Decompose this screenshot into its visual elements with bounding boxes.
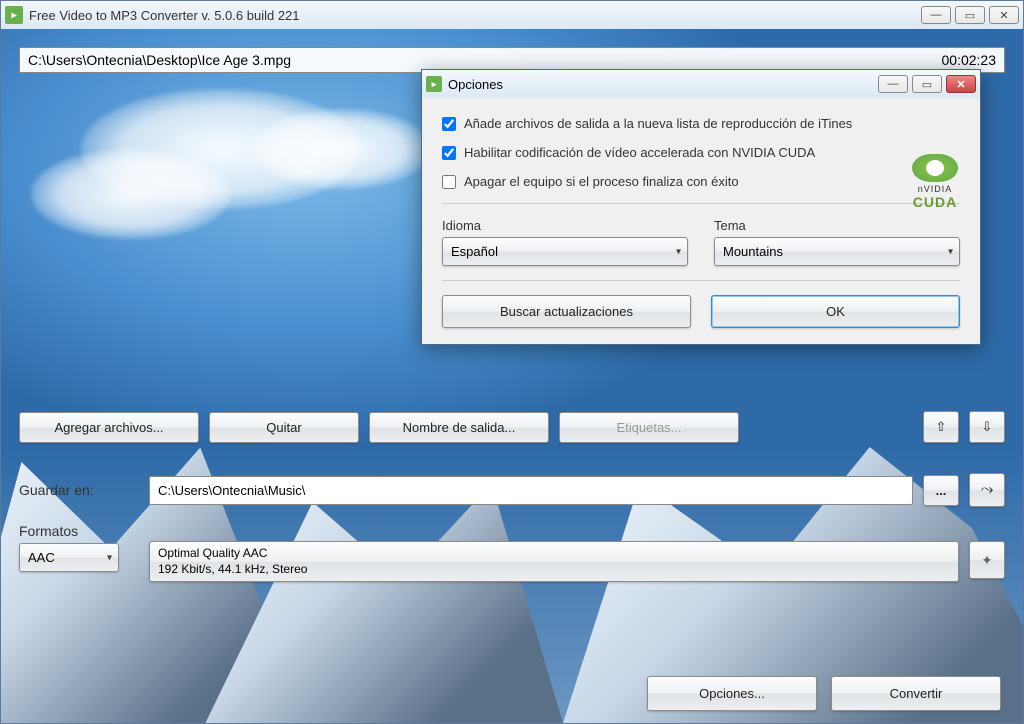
preset-settings-button[interactable]: [969, 541, 1005, 579]
titlebar: ▸ Free Video to MP3 Converter v. 5.0.6 b…: [1, 1, 1023, 29]
browse-button[interactable]: [923, 475, 959, 506]
nvidia-cuda-logo: nVIDIA CUDA: [912, 154, 958, 210]
formats-label: Formatos: [19, 523, 139, 539]
itunes-playlist-option: Añade archivos de salida a la nueva list…: [442, 116, 960, 131]
theme-label: Tema: [714, 218, 960, 233]
tags-button[interactable]: Etiquetas...: [559, 412, 739, 443]
nvidia-eye-icon: [912, 154, 958, 182]
window-controls: — ▭ ✕: [921, 6, 1019, 24]
dialog-titlebar: ▸ Opciones — ▭ ✕: [422, 70, 980, 98]
add-files-button[interactable]: Agregar archivos...: [19, 412, 199, 443]
options-dialog: ▸ Opciones — ▭ ✕ nVIDIA CUDA Añade archi…: [421, 69, 981, 345]
dialog-title: Opciones: [448, 77, 878, 92]
dialog-body: nVIDIA CUDA Añade archivos de salida a l…: [422, 98, 980, 344]
theme-select[interactable]: Mountains: [714, 237, 960, 266]
browse-icon: [936, 483, 947, 498]
action-button-row: Agregar archivos... Quitar Nombre de sal…: [19, 411, 1005, 443]
language-theme-row: Idioma Español Tema Mountains: [442, 218, 960, 266]
output-name-button[interactable]: Nombre de salida...: [369, 412, 549, 443]
save-label: Guardar en:: [19, 482, 139, 498]
shutdown-checkbox[interactable]: [442, 175, 456, 189]
dialog-minimize-button[interactable]: —: [878, 75, 908, 93]
remove-button[interactable]: Quitar: [209, 412, 359, 443]
ok-button[interactable]: OK: [711, 295, 960, 328]
wand-icon: [981, 553, 993, 568]
dialog-close-button[interactable]: ✕: [946, 75, 976, 93]
save-row: Guardar en:: [19, 473, 1005, 507]
window-title: Free Video to MP3 Converter v. 5.0.6 bui…: [29, 8, 921, 23]
dialog-buttons: Buscar actualizaciones OK: [442, 295, 960, 328]
file-duration: 00:02:23: [942, 52, 997, 68]
codec-select[interactable]: AAC: [19, 543, 119, 572]
minimize-button[interactable]: —: [921, 6, 951, 24]
shutdown-option: Apagar el equipo si el proceso finaliza …: [442, 174, 960, 189]
bottom-bar: Opciones... Convertir: [647, 676, 1001, 711]
language-label: Idioma: [442, 218, 688, 233]
main-window: ▸ Free Video to MP3 Converter v. 5.0.6 b…: [0, 0, 1024, 724]
quality-detail: 192 Kbit/s, 44.1 kHz, Stereo: [158, 562, 950, 578]
quality-preset-select[interactable]: Optimal Quality AAC 192 Kbit/s, 44.1 kHz…: [149, 541, 959, 582]
cuda-label: Habilitar codificación de vídeo accelera…: [464, 145, 815, 160]
maximize-button[interactable]: ▭: [955, 6, 985, 24]
itunes-label: Añade archivos de salida a la nueva list…: [464, 116, 852, 131]
divider: [442, 280, 960, 281]
close-button[interactable]: ✕: [989, 6, 1019, 24]
dialog-window-controls: — ▭ ✕: [878, 75, 976, 93]
arrow-down-icon: [982, 419, 993, 434]
cuda-checkbox[interactable]: [442, 146, 456, 160]
move-up-button[interactable]: [923, 411, 959, 443]
app-icon: ▸: [5, 6, 23, 24]
check-updates-button[interactable]: Buscar actualizaciones: [442, 295, 691, 328]
file-path: C:\Users\Ontecnia\Desktop\Ice Age 3.mpg: [28, 52, 291, 68]
options-button[interactable]: Opciones...: [647, 676, 817, 711]
quality-title: Optimal Quality AAC: [158, 546, 950, 562]
cuda-option: Habilitar codificación de vídeo accelera…: [442, 145, 960, 160]
divider: [442, 203, 960, 204]
formats-row: Formatos AAC Optimal Quality AAC 192 Kbi…: [19, 523, 1005, 582]
arrow-up-icon: [936, 419, 947, 434]
dialog-maximize-button[interactable]: ▭: [912, 75, 942, 93]
convert-button[interactable]: Convertir: [831, 676, 1001, 711]
folder-open-icon: [981, 482, 994, 497]
itunes-checkbox[interactable]: [442, 117, 456, 131]
open-folder-button[interactable]: [969, 473, 1005, 507]
move-down-button[interactable]: [969, 411, 1005, 443]
language-select[interactable]: Español: [442, 237, 688, 266]
dialog-icon: ▸: [426, 76, 442, 92]
save-path-input[interactable]: [149, 476, 913, 505]
shutdown-label: Apagar el equipo si el proceso finaliza …: [464, 174, 739, 189]
